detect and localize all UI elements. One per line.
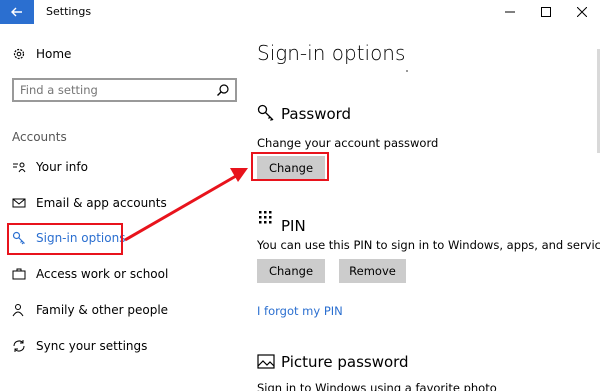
maximize-button[interactable] bbox=[528, 0, 564, 24]
main-content: Sign-in options Password Change your acc… bbox=[246, 24, 600, 391]
sidebar: Home Accounts Your info Email & app a bbox=[0, 24, 246, 391]
sidebar-item-label: Sync your settings bbox=[36, 339, 148, 353]
scroll-indicator-dot bbox=[406, 70, 408, 72]
title-bar: Settings bbox=[0, 0, 600, 24]
briefcase-icon bbox=[12, 267, 26, 281]
people-icon bbox=[12, 303, 26, 317]
password-description: Change your account password bbox=[257, 136, 439, 150]
person-list-icon bbox=[12, 160, 26, 174]
picture-password-description: Sign in to Windows using a favorite phot… bbox=[257, 381, 497, 391]
forgot-pin-link[interactable]: I forgot my PIN bbox=[257, 304, 343, 318]
gear-icon bbox=[12, 47, 26, 61]
sync-icon bbox=[12, 339, 26, 353]
sidebar-item-label: Access work or school bbox=[36, 267, 169, 281]
sidebar-item-label: Email & app accounts bbox=[36, 196, 167, 210]
minimize-icon bbox=[505, 11, 515, 13]
pin-description: You can use this PIN to sign in to Windo… bbox=[257, 238, 600, 252]
search-field[interactable] bbox=[12, 78, 237, 102]
keypad-icon bbox=[259, 211, 272, 224]
password-heading: Password bbox=[281, 105, 352, 123]
change-password-button[interactable]: Change bbox=[257, 156, 325, 180]
remove-pin-button[interactable]: Remove bbox=[339, 259, 406, 283]
sidebar-item-email-accounts[interactable]: Email & app accounts bbox=[0, 188, 246, 218]
sidebar-item-family[interactable]: Family & other people bbox=[0, 295, 246, 325]
sidebar-item-label: Sign-in options bbox=[36, 231, 126, 245]
back-arrow-icon bbox=[11, 7, 22, 17]
sidebar-item-sign-in-options[interactable]: Sign-in options bbox=[0, 223, 246, 253]
sidebar-item-access-work[interactable]: Access work or school bbox=[0, 259, 246, 289]
sidebar-item-your-info[interactable]: Your info bbox=[0, 152, 246, 182]
section-heading: Accounts bbox=[12, 130, 67, 144]
window-title: Settings bbox=[46, 5, 92, 18]
mail-icon bbox=[12, 196, 26, 210]
sidebar-item-sync[interactable]: Sync your settings bbox=[0, 331, 246, 361]
picture-password-heading: Picture password bbox=[281, 353, 409, 371]
back-button[interactable] bbox=[0, 0, 34, 24]
sidebar-item-label: Your info bbox=[36, 160, 88, 174]
picture-icon bbox=[257, 354, 275, 369]
sidebar-item-home[interactable]: Home bbox=[0, 39, 246, 69]
page-title: Sign-in options bbox=[257, 41, 406, 65]
change-pin-button[interactable]: Change bbox=[257, 259, 325, 283]
key-icon bbox=[257, 104, 274, 121]
key-icon bbox=[12, 231, 26, 245]
search-input[interactable] bbox=[20, 82, 200, 98]
maximize-icon bbox=[541, 7, 551, 17]
close-button[interactable] bbox=[564, 0, 600, 24]
search-icon[interactable] bbox=[216, 83, 230, 97]
close-icon bbox=[577, 7, 587, 17]
pin-heading: PIN bbox=[281, 217, 306, 235]
minimize-button[interactable] bbox=[492, 0, 528, 24]
sidebar-item-label: Family & other people bbox=[36, 303, 169, 317]
sidebar-item-label: Home bbox=[36, 47, 72, 61]
